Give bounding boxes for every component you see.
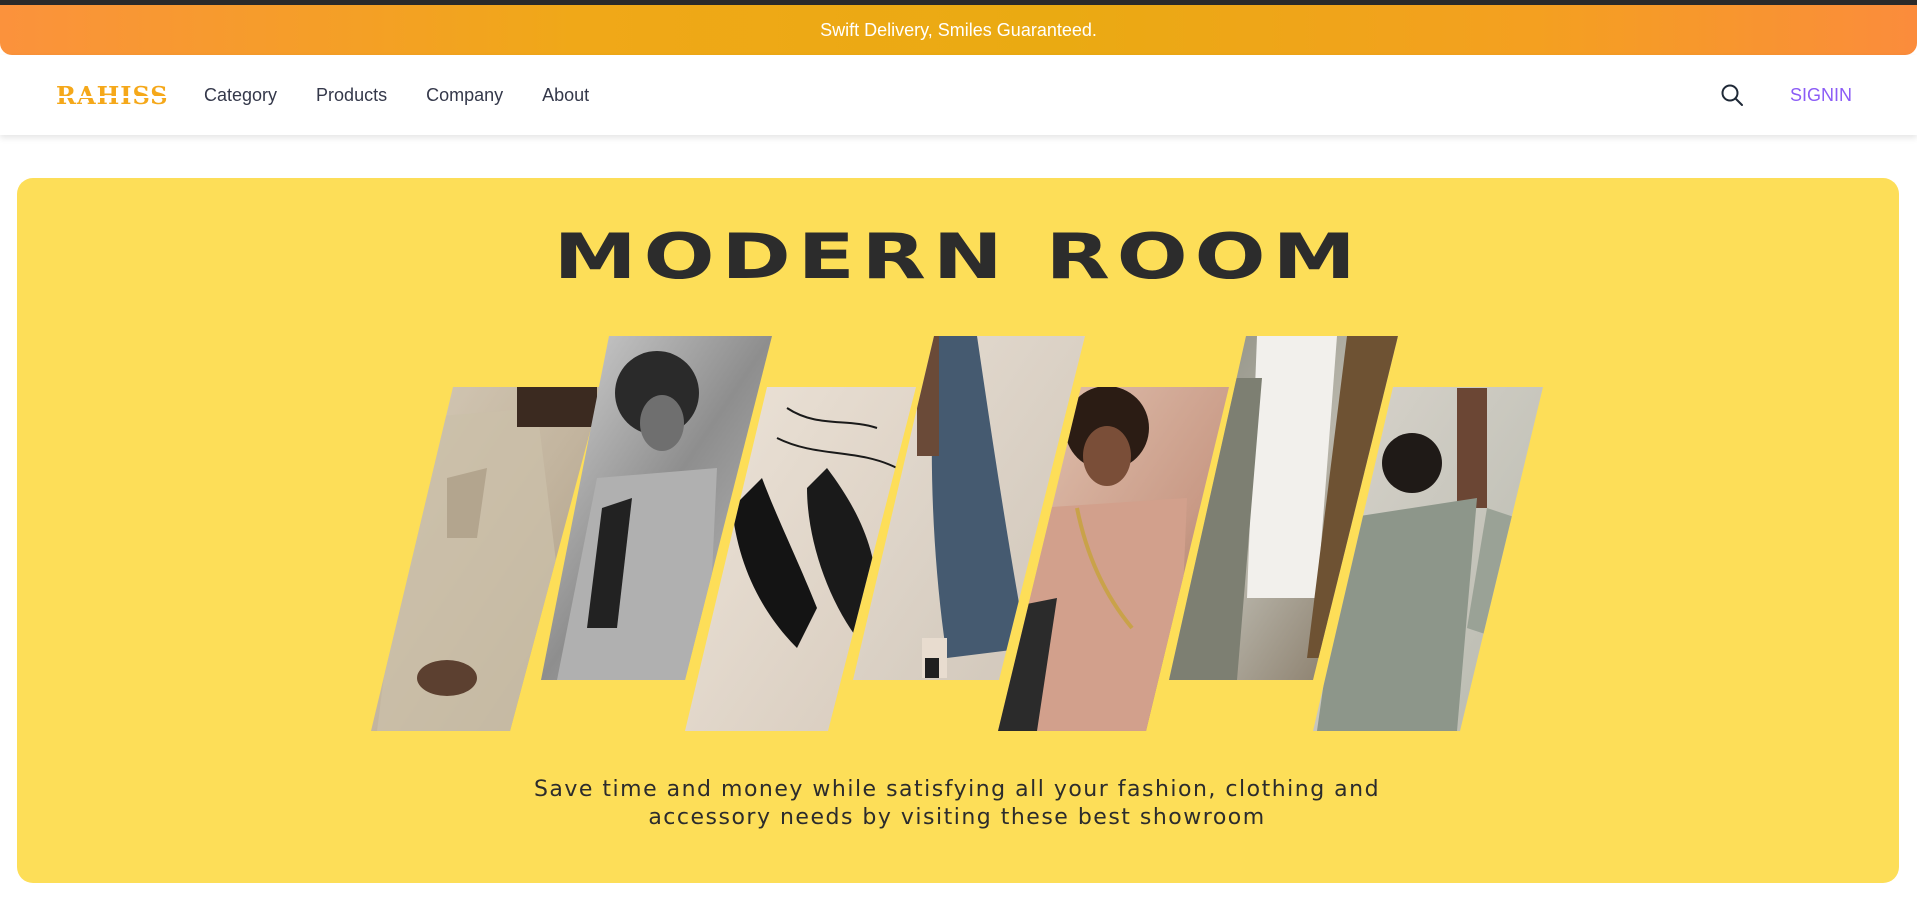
signin-link[interactable]: SIGNIN	[1790, 85, 1852, 106]
nav-link-about[interactable]: About	[542, 85, 589, 106]
logo[interactable]: RAHISS	[56, 84, 169, 108]
hero-subtitle-line-1: Save time and money while satisfying all…	[533, 777, 1381, 802]
hero-banner: MODERN ROOM Save time and money while sa…	[17, 178, 1899, 883]
nav-link-company[interactable]: Company	[426, 85, 503, 106]
hero-subtitle: Save time and money while satisfying all…	[407, 776, 1507, 832]
main-nav: Category Products Company About	[204, 85, 628, 106]
nav-link-category[interactable]: Category	[204, 85, 277, 106]
announcement-text: Swift Delivery, Smiles Guaranteed.	[820, 19, 1097, 40]
hero-subtitle-line-2: accessory needs by visiting these best s…	[648, 805, 1266, 830]
search-icon	[1721, 84, 1743, 106]
logo-stripe	[56, 96, 169, 98]
announcement-bar: Swift Delivery, Smiles Guaranteed.	[0, 5, 1917, 55]
search-button[interactable]	[1720, 83, 1744, 107]
nav-link-products[interactable]: Products	[316, 85, 387, 106]
navbar: RAHISS Category Products Company About S…	[0, 55, 1917, 135]
